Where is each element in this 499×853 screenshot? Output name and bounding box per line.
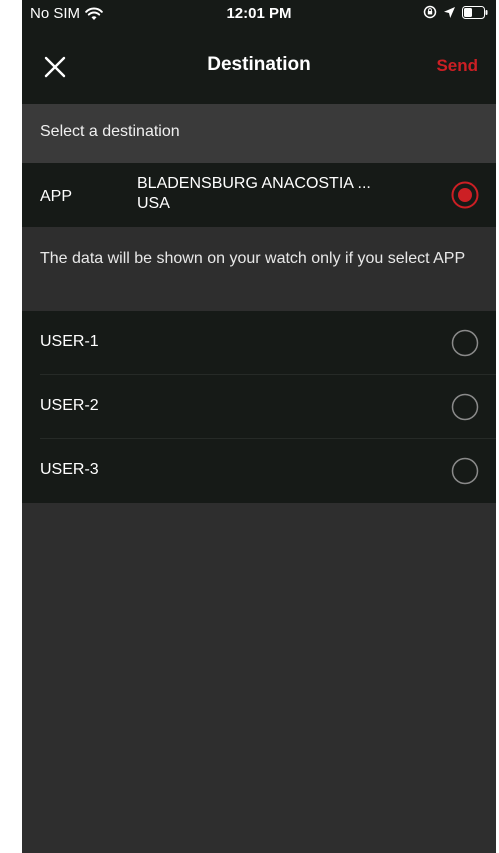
app-location-line1: BLADENSBURG ANACOSTIA ...	[137, 175, 371, 192]
radio-unselected-icon[interactable]	[451, 393, 479, 421]
user-label: USER-2	[40, 397, 99, 414]
app-location: BLADENSBURG ANACOSTIA ... USA	[137, 174, 427, 214]
radio-selected-icon[interactable]	[451, 181, 479, 209]
app-location-line2: USA	[137, 195, 170, 212]
destination-label-app: APP	[40, 188, 73, 205]
rotation-lock-icon	[423, 5, 437, 19]
info-text: The data will be shown on your watch onl…	[40, 250, 466, 267]
page-title: Destination	[207, 54, 311, 75]
destination-row-user-3[interactable]: USER-3	[22, 439, 496, 503]
user-label: USER-1	[40, 333, 99, 350]
phone-screen: No SIM 12:01 PM Destination Send Select …	[22, 0, 496, 853]
battery-icon	[462, 5, 488, 19]
section-header: Select a destination	[22, 104, 496, 163]
radio-unselected-icon[interactable]	[451, 329, 479, 357]
send-button[interactable]: Send	[436, 56, 478, 76]
user-label: USER-3	[40, 461, 99, 478]
status-right	[423, 5, 488, 19]
location-arrow-icon	[444, 6, 455, 18]
radio-unselected-icon[interactable]	[451, 457, 479, 485]
destination-row-user-2[interactable]: USER-2	[22, 375, 496, 439]
section-header-label: Select a destination	[40, 123, 180, 140]
info-note: The data will be shown on your watch onl…	[22, 227, 496, 311]
status-bar: No SIM 12:01 PM	[22, 0, 496, 28]
destination-row-user-1[interactable]: USER-1	[22, 311, 496, 375]
destination-row-app[interactable]: APP BLADENSBURG ANACOSTIA ... USA	[22, 163, 496, 227]
navigation-bar: Destination Send	[22, 28, 496, 104]
